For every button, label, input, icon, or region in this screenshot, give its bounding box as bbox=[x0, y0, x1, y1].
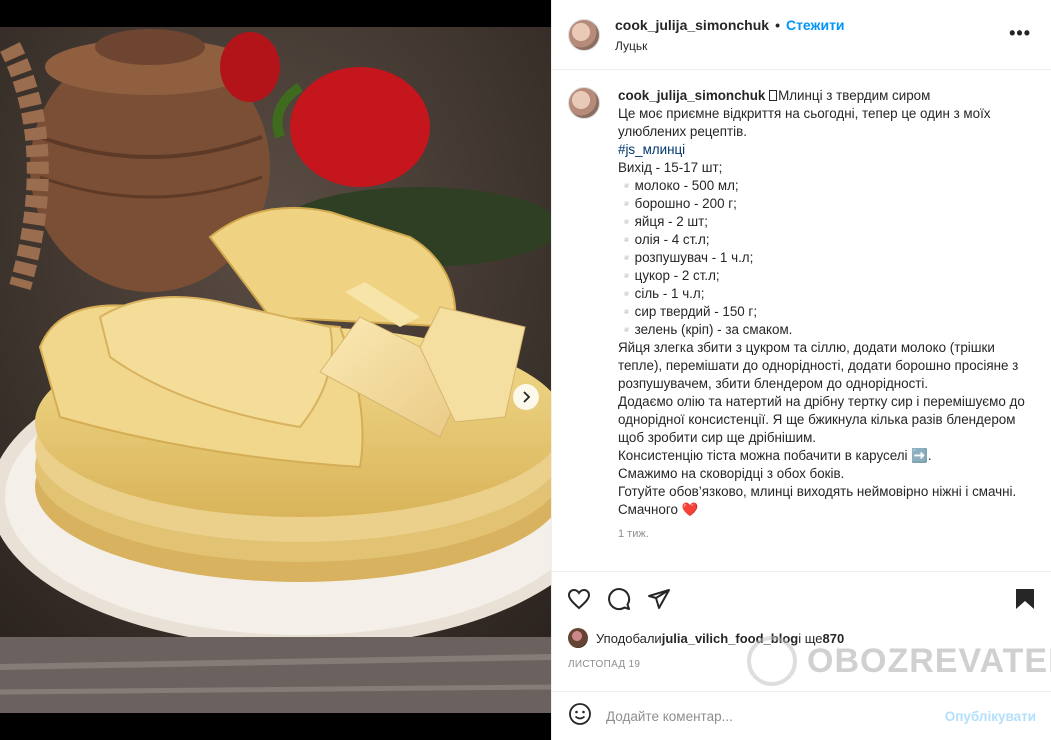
emoji-button[interactable] bbox=[568, 702, 592, 731]
caption-avatar[interactable] bbox=[568, 87, 600, 119]
caption-section: cook_julija_simonchuk Млинці з твердим с… bbox=[552, 71, 1051, 571]
caption-username[interactable]: cook_julija_simonchuk bbox=[618, 88, 765, 103]
carousel-next-button[interactable] bbox=[513, 384, 539, 410]
crepes-image bbox=[0, 27, 551, 713]
heart-icon bbox=[567, 588, 591, 609]
hashtag-link[interactable]: #js_млинці bbox=[618, 142, 685, 157]
post-header: cook_julija_simonchuk • Стежити Луцьк ••… bbox=[552, 0, 1051, 70]
more-options-button[interactable]: ••• bbox=[1009, 23, 1031, 44]
watermark: OBOZREVATEL bbox=[747, 636, 1051, 686]
separator-dot: • bbox=[775, 16, 780, 33]
comment-button[interactable] bbox=[606, 586, 632, 612]
author-avatar[interactable] bbox=[568, 18, 600, 51]
caption-intro: Це моє приємне відкриття на сьогодні, те… bbox=[618, 106, 995, 139]
share-icon bbox=[648, 588, 670, 609]
post-side-panel: cook_julija_simonchuk • Стежити Луцьк ••… bbox=[551, 0, 1051, 740]
publish-button[interactable]: Опублікувати bbox=[945, 709, 1036, 724]
author-info: cook_julija_simonchuk • Стежити Луцьк bbox=[615, 17, 845, 53]
post-date: ЛИСТОПАД 19 bbox=[568, 659, 641, 670]
save-button[interactable] bbox=[1012, 586, 1038, 612]
post-modal: cook_julija_simonchuk • Стежити Луцьк ••… bbox=[0, 0, 1051, 740]
location-link[interactable]: Луцьк bbox=[615, 39, 845, 53]
like-button[interactable] bbox=[566, 586, 592, 612]
likes-prefix: Уподобали bbox=[596, 630, 662, 646]
follow-button[interactable]: Стежити bbox=[786, 17, 845, 33]
action-bar bbox=[552, 571, 1051, 625]
share-button[interactable] bbox=[646, 586, 672, 612]
caption-time: 1 тиж. bbox=[618, 528, 649, 540]
author-username[interactable]: cook_julija_simonchuk bbox=[615, 17, 769, 33]
more-icon: ••• bbox=[1009, 23, 1031, 43]
caption-title: Млинці з твердим сиром bbox=[769, 88, 930, 103]
watermark-logo-icon bbox=[747, 636, 797, 686]
bookmark-icon bbox=[1016, 588, 1034, 609]
caption-body: Вихід - 15-17 шт; ▫️молоко - 500 мл; ▫️б… bbox=[618, 160, 1025, 517]
post-photo[interactable] bbox=[0, 27, 551, 713]
author-row: cook_julija_simonchuk • Стежити bbox=[615, 17, 845, 33]
liker-avatar[interactable] bbox=[568, 628, 588, 648]
caption-text: cook_julija_simonchuk Млинці з твердим с… bbox=[618, 87, 1028, 571]
carousel-next-icon bbox=[523, 391, 531, 403]
comment-bar: Опублікувати bbox=[552, 691, 1051, 740]
comment-icon bbox=[608, 587, 631, 610]
emoji-icon bbox=[569, 702, 591, 725]
watermark-text: OBOZREVATEL bbox=[807, 641, 1051, 680]
comment-input[interactable] bbox=[606, 708, 945, 724]
